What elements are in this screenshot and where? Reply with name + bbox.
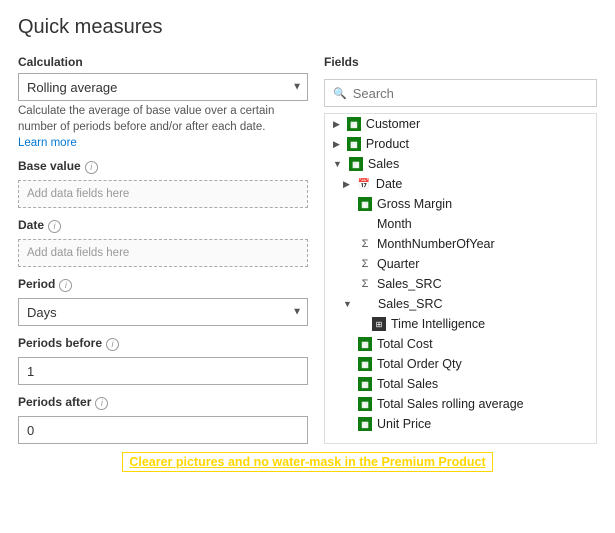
sigma-icon: Σ <box>358 257 372 271</box>
fields-list: ▶▦Customer▶▦Product▼▦Sales▶📅Date▦Gross M… <box>324 113 597 444</box>
field-item-label: Total Cost <box>377 337 433 351</box>
calculation-label: Calculation <box>18 55 308 69</box>
field-item[interactable]: Σ MonthNumberOfYear <box>325 234 596 254</box>
field-item[interactable]: ▶ 📅 Date <box>325 174 596 194</box>
base-value-drop-field[interactable]: Add data fields here <box>18 180 308 208</box>
chevron-down-icon: ▼ <box>333 159 342 169</box>
chevron-right-icon: ▶ <box>343 179 350 190</box>
field-item-label: Date <box>376 177 402 191</box>
table-icon: ▦ <box>347 117 361 131</box>
fields-label: Fields <box>324 55 597 69</box>
field-item[interactable]: ▦ Total Sales rolling average <box>325 394 596 414</box>
chevron-right-icon: ▶ <box>333 119 340 130</box>
date-label: Date <box>18 218 44 232</box>
base-value-label: Base value <box>18 159 81 173</box>
periods-before-label: Periods before <box>18 336 102 350</box>
field-item-label: Sales_SRC <box>377 277 442 291</box>
table-icon: ▦ <box>358 197 372 211</box>
periods-before-label-row: Periods before i <box>18 336 308 352</box>
periods-after-label-row: Periods after i <box>18 395 308 411</box>
calculation-select-wrapper: Rolling average Average Sum Count ▼ <box>18 73 308 101</box>
periods-after-info-icon: i <box>95 397 108 410</box>
field-item[interactable]: ▦ Total Sales <box>325 374 596 394</box>
field-item[interactable]: Month <box>325 214 596 234</box>
periods-after-input[interactable] <box>18 416 308 444</box>
table-icon: ▦ <box>358 417 372 431</box>
field-item[interactable]: ▶ ▦ Customer <box>325 114 596 134</box>
date-label-row: Date i <box>18 218 308 234</box>
period-select[interactable]: Days Weeks Months Quarters Years <box>18 298 308 326</box>
field-item-label: Quarter <box>377 257 419 271</box>
periods-before-info-icon: i <box>106 338 119 351</box>
chevron-down-icon: ▼ <box>343 299 352 309</box>
left-panel: Calculation Rolling average Average Sum … <box>18 55 308 444</box>
periods-after-label: Periods after <box>18 395 91 409</box>
period-label: Period <box>18 277 55 291</box>
period-label-row: Period i <box>18 277 308 293</box>
field-item-label: Total Sales rolling average <box>377 397 524 411</box>
field-item[interactable]: ⊞ Time Intelligence <box>325 314 596 334</box>
calculation-select[interactable]: Rolling average Average Sum Count <box>18 73 308 101</box>
field-item[interactable]: ▦ Total Cost <box>325 334 596 354</box>
field-item-label: Total Order Qty <box>377 357 462 371</box>
table-icon: ▦ <box>358 377 372 391</box>
calendar-icon: 📅 <box>357 177 371 191</box>
field-item-label: Sales_SRC <box>378 297 443 311</box>
field-item[interactable]: ▼ Sales_SRC <box>325 294 596 314</box>
watermark-bar: Clearer pictures and no water-mask in th… <box>18 444 597 476</box>
field-item[interactable]: Σ Sales_SRC <box>325 274 596 294</box>
field-item-label: Month <box>377 217 412 231</box>
period-section: Period i Days Weeks Months Quarters Year… <box>18 277 308 326</box>
search-icon: 🔍 <box>333 87 347 100</box>
field-item[interactable]: ▶ ▦ Product <box>325 134 596 154</box>
date-section: Date i Add data fields here <box>18 218 308 267</box>
field-item[interactable]: ▦ Gross Margin <box>325 194 596 214</box>
field-item-label: MonthNumberOfYear <box>377 237 495 251</box>
date-drop-field[interactable]: Add data fields here <box>18 239 308 267</box>
period-info-icon: i <box>59 279 72 292</box>
field-item-label: Sales <box>368 157 399 171</box>
calculation-description: Calculate the average of base value over… <box>18 103 308 135</box>
periods-before-input[interactable] <box>18 357 308 385</box>
base-value-section: Base value i Add data fields here <box>18 159 308 208</box>
no-icon <box>359 297 373 311</box>
field-item[interactable]: ▦ Unit Price <box>325 414 596 434</box>
field-item[interactable]: Σ Quarter <box>325 254 596 274</box>
table-icon: ▦ <box>358 337 372 351</box>
table-icon: ▦ <box>358 397 372 411</box>
field-item[interactable]: ▦ Total Order Qty <box>325 354 596 374</box>
table-icon: ▦ <box>349 157 363 171</box>
learn-more-link[interactable]: Learn more <box>18 137 308 149</box>
field-item[interactable]: ▼ ▦ Sales <box>325 154 596 174</box>
periods-before-section: Periods before i <box>18 336 308 385</box>
field-item-label: Gross Margin <box>377 197 452 211</box>
chevron-right-icon: ▶ <box>333 139 340 150</box>
search-box: 🔍 <box>324 79 597 107</box>
sigma-icon: Σ <box>358 277 372 291</box>
table-icon: ▦ <box>347 137 361 151</box>
field-item-label: Total Sales <box>377 377 438 391</box>
date-placeholder: Add data fields here <box>27 247 129 259</box>
date-info-icon: i <box>48 220 61 233</box>
time-intelligence-icon: ⊞ <box>372 317 386 331</box>
field-item-label: Unit Price <box>377 417 431 431</box>
calculation-section: Calculation Rolling average Average Sum … <box>18 55 308 149</box>
base-value-placeholder: Add data fields here <box>27 188 129 200</box>
base-value-label-row: Base value i <box>18 159 308 175</box>
period-select-wrapper: Days Weeks Months Quarters Years ▼ <box>18 298 308 326</box>
right-panel: Fields 🔍 ▶▦Customer▶▦Product▼▦Sales▶📅Dat… <box>324 55 597 444</box>
base-value-info-icon: i <box>85 161 98 174</box>
watermark-text: Clearer pictures and no water-mask in th… <box>122 452 492 472</box>
field-item-label: Time Intelligence <box>391 317 485 331</box>
field-item-label: Customer <box>366 117 420 131</box>
table-icon: ▦ <box>358 357 372 371</box>
page-title: Quick measures <box>18 16 597 39</box>
search-input[interactable] <box>353 86 588 101</box>
sigma-icon: Σ <box>358 237 372 251</box>
no-icon <box>358 217 372 231</box>
periods-after-section: Periods after i <box>18 395 308 444</box>
field-item-label: Product <box>366 137 409 151</box>
